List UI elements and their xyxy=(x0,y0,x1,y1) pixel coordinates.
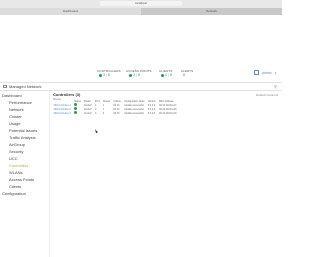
table-cell: 00:1A:1E:DA:A7 xyxy=(159,103,177,107)
browser-tab-network[interactable]: Network xyxy=(141,8,282,15)
browser-tab-dashboard[interactable]: Dashboard xyxy=(0,8,141,15)
network-bar xyxy=(0,82,282,91)
sidebar-item-network[interactable]: Network xyxy=(9,107,24,112)
stat-controllers-value[interactable]: 3|0 xyxy=(99,73,110,77)
grid-view-icon[interactable] xyxy=(254,70,259,75)
status-up-icon xyxy=(74,103,78,106)
sidebar-item-controllers[interactable]: Controllers xyxy=(9,163,28,168)
user-menu[interactable]: admin xyxy=(262,71,272,75)
sidebar-item-configuration[interactable]: Configuration xyxy=(2,191,26,196)
network-icon xyxy=(3,85,7,88)
table-cell: 2 xyxy=(102,111,105,115)
table-row[interactable]: MM-Controller-3 Aruba7 3 2 6d 4h Update succe… xyxy=(52,111,178,115)
table-cell: Aruba7 xyxy=(84,103,92,107)
column-filter[interactable]: Default Columns xyxy=(256,93,278,97)
sidebar-item-airgroup[interactable]: AirGroup xyxy=(9,142,25,147)
status-cell xyxy=(72,111,82,115)
address-bar[interactable]: localhost xyxy=(100,1,182,6)
table-cell: Update successful xyxy=(124,111,144,115)
stat-access-points-value[interactable]: 3|0 xyxy=(129,73,140,77)
sidebar xyxy=(0,91,50,257)
sidebar-item-wlans[interactable]: WLANs xyxy=(9,170,23,175)
table-row[interactable]: MM-Controller-1 Aruba7 1 1 6d 4h Update succe… xyxy=(52,103,178,107)
table-cell: Aruba7 xyxy=(84,111,92,115)
sidebar-item-dashboard[interactable]: Dashboard xyxy=(2,93,22,98)
table-body: MM-Controller-1 Aruba7 1 1 6d 4h Update succe… xyxy=(52,103,178,115)
table-cell: Update successful xyxy=(124,103,144,107)
sidebar-item-traffic-analysis[interactable]: Traffic Analysis xyxy=(9,135,36,140)
mouse-cursor-icon xyxy=(94,128,98,134)
controllers-table: Status Model IPv4 Clients Uptime Configuratio… xyxy=(52,99,178,115)
sidebar-item-ucc[interactable]: UCC xyxy=(9,156,18,161)
controller-name-link[interactable]: MM-Controller-1 xyxy=(52,103,72,107)
table-cell: 8.3.0.0 xyxy=(147,111,156,115)
sidebar-item-access-points[interactable]: Access Points xyxy=(9,177,34,182)
table-cell: 00:1A:1E:DA:A9 xyxy=(159,111,177,115)
stat-clients-value[interactable]: 4|0 xyxy=(161,73,172,77)
search-icon[interactable]: ⚲ xyxy=(274,84,277,89)
table-cell: 3 xyxy=(94,111,97,115)
table-cell: 00:1A:1E:DA:A8 xyxy=(159,107,177,111)
status-up-icon xyxy=(129,73,132,77)
chevron-down-icon[interactable]: ▾ xyxy=(275,71,277,75)
column-header[interactable]: Version xyxy=(146,99,157,103)
column-header[interactable]: Uptime xyxy=(112,99,123,103)
sidebar-item-cluster[interactable]: Cluster xyxy=(9,114,22,119)
column-header[interactable]: Configuration State xyxy=(123,99,147,103)
status-up-icon xyxy=(74,111,78,114)
stat-alerts-value[interactable]: 0 xyxy=(183,73,185,77)
status-up-icon xyxy=(99,73,102,77)
table-cell: Aruba7 xyxy=(84,107,92,111)
table-row[interactable]: MM-Controller-2 Aruba7 2 1 6d 4h Update succe… xyxy=(52,107,178,111)
sidebar-item-usage[interactable]: Usage xyxy=(9,121,21,126)
sidebar-item-potential-issues[interactable]: Potential Issues xyxy=(9,128,37,133)
status-up-icon xyxy=(161,73,164,77)
sidebar-item-security[interactable]: Security xyxy=(9,149,23,154)
sidebar-item-performance[interactable]: Performance xyxy=(9,100,32,105)
controller-name-link[interactable]: MM-Controller-2 xyxy=(52,107,72,111)
network-name[interactable]: Managed Network xyxy=(9,84,41,89)
controller-name-link[interactable]: MM-Controller-3 xyxy=(52,111,72,115)
table-cell: 6d 4h xyxy=(113,111,120,115)
table-cell: Update successful xyxy=(124,107,144,111)
sidebar-item-clients[interactable]: Clients xyxy=(9,184,21,189)
status-up-icon xyxy=(74,107,78,110)
